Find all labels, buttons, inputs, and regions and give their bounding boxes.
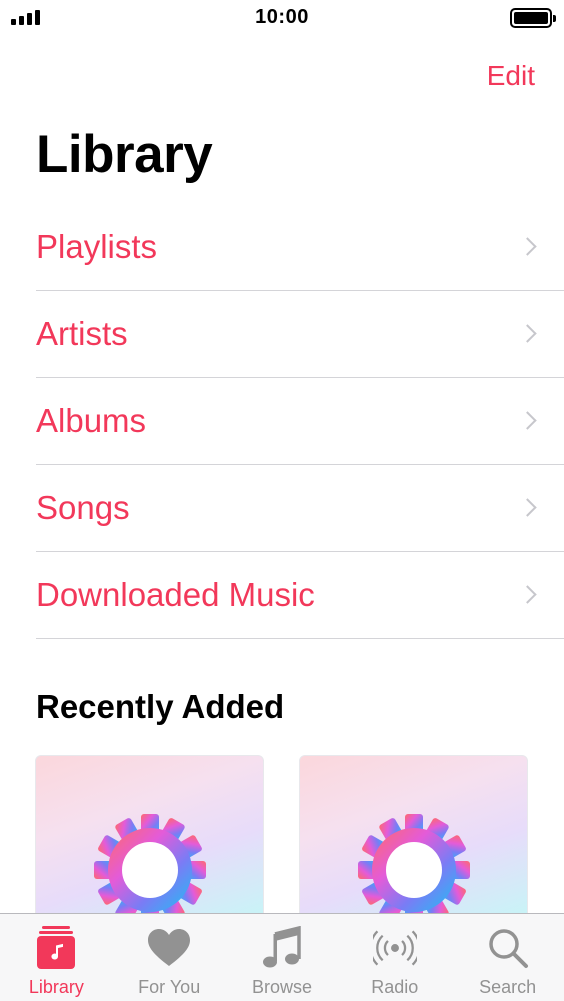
battery-icon	[510, 8, 556, 28]
tab-search[interactable]: Search	[451, 914, 564, 1001]
heart-icon	[147, 926, 191, 970]
tab-bar: Library For You Browse Radio Search	[0, 913, 564, 1001]
library-item-downloaded-music[interactable]: Downloaded Music	[36, 552, 564, 639]
tab-label: Radio	[371, 977, 419, 997]
tab-browse[interactable]: Browse	[226, 914, 339, 1001]
tab-label: Search	[479, 977, 537, 997]
chevron-right-icon	[518, 498, 537, 517]
library-item-label: Downloaded Music	[36, 576, 315, 613]
status-bar: 10:00	[0, 0, 564, 36]
library-item-label: Artists	[36, 315, 128, 352]
library-icon	[34, 926, 78, 970]
library-item-label: Playlists	[36, 228, 158, 265]
library-item-artists[interactable]: Artists	[36, 291, 564, 378]
chevron-right-icon	[518, 585, 537, 604]
chevron-right-icon	[518, 237, 537, 256]
tab-radio[interactable]: Radio	[338, 914, 451, 1001]
gear-icon	[358, 814, 470, 926]
gear-icon	[94, 814, 206, 926]
tab-label: Library	[28, 977, 84, 997]
search-icon	[486, 926, 530, 970]
library-item-songs[interactable]: Songs	[36, 465, 564, 552]
library-item-label: Songs	[36, 489, 130, 526]
status-time: 10:00	[255, 6, 309, 28]
tab-label: For You	[138, 977, 201, 997]
tab-for-you[interactable]: For You	[113, 914, 226, 1001]
library-item-label: Albums	[36, 402, 147, 439]
tab-label: Browse	[251, 977, 312, 997]
library-item-albums[interactable]: Albums	[36, 378, 564, 465]
edit-button[interactable]: Edit	[487, 60, 535, 92]
radio-icon	[372, 926, 417, 970]
chevron-right-icon	[518, 411, 537, 430]
library-item-playlists[interactable]: Playlists	[36, 204, 564, 291]
library-list: Playlists Artists Albums Songs Downloade…	[36, 204, 564, 639]
music-note-icon	[260, 926, 304, 970]
chevron-right-icon	[518, 324, 537, 343]
tab-library[interactable]: Library	[0, 914, 113, 1001]
page-title: Library	[36, 125, 213, 184]
recently-added-title: Recently Added	[36, 688, 285, 725]
